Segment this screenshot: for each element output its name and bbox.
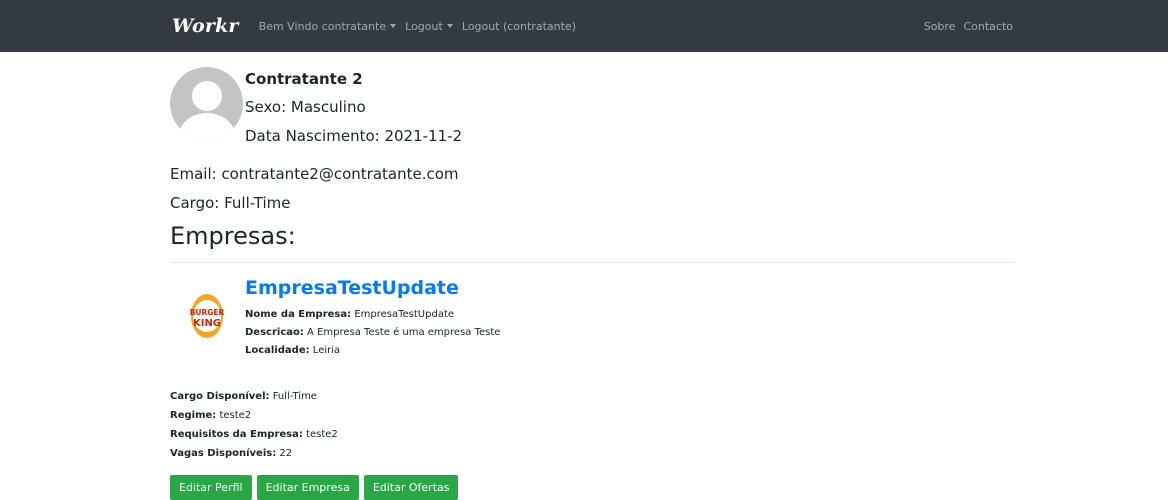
- empresa-descricao-value: A Empresa Teste é uma empresa Teste: [303, 327, 501, 338]
- empresa-regime: Regime: teste2: [170, 406, 1015, 425]
- empresa-nome-label: Nome da Empresa:: [245, 309, 352, 320]
- empresa-descricao-label: Descricao:: [245, 327, 304, 338]
- empresa-regime-value: teste2: [216, 410, 252, 421]
- editar-ofertas-button[interactable]: Editar Ofertas: [363, 475, 459, 500]
- empresa-cargo: Cargo Disponível: Full-Time: [170, 387, 1015, 406]
- action-buttons: Editar Perfil Editar Empresa Editar Ofer…: [170, 475, 1015, 500]
- empresa-vagas: Vagas Disponíveis: 22: [170, 444, 1015, 463]
- empresa-requisitos-value: teste2: [302, 429, 338, 440]
- empresa-cargo-label: Cargo Disponível:: [170, 391, 270, 402]
- empresa-requisitos-label: Requisitos da Empresa:: [170, 429, 303, 440]
- empresa-cargo-value: Full-Time: [269, 391, 317, 402]
- main-content: Contratante 2 Sexo: Masculino Data Nasci…: [170, 52, 1015, 500]
- avatar-head-shape: [192, 81, 222, 111]
- nav-welcome-dropdown[interactable]: Bem Vindo contratante: [258, 19, 397, 33]
- profile-email: Email: contratante2@contratante.com: [170, 165, 459, 183]
- nav-logout-label: Logout: [405, 19, 443, 33]
- empresa-regime-label: Regime:: [170, 410, 217, 421]
- avatar: [170, 67, 243, 140]
- top-navbar: Workr Bem Vindo contratante Logout Logou…: [0, 0, 1168, 52]
- empresa-descricao: Descricao: A Empresa Teste é uma empresa…: [245, 327, 500, 338]
- divider: [170, 262, 1015, 263]
- empresa-vagas-value: 22: [276, 448, 293, 459]
- empresa-title-link[interactable]: EmpresaTestUpdate: [245, 277, 459, 299]
- caret-down-icon: [390, 24, 397, 28]
- profile-sexo: Sexo: Masculino: [245, 98, 366, 116]
- empresa-vagas-label: Vagas Disponíveis:: [170, 448, 277, 459]
- navbar-inner: Workr Bem Vindo contratante Logout Logou…: [172, 0, 1013, 52]
- svg-text:BURGER: BURGER: [190, 308, 224, 317]
- profile-header: Contratante 2 Sexo: Masculino Data Nasci…: [170, 52, 1015, 160]
- brand-logo[interactable]: Workr: [172, 15, 239, 37]
- empresa-nome-value: EmpresaTestUpdate: [351, 309, 455, 320]
- nav-sobre-link[interactable]: Sobre: [924, 20, 956, 33]
- nav-logout-link[interactable]: Logout (contratante): [462, 20, 576, 33]
- nav-contacto-link[interactable]: Contacto: [963, 20, 1013, 33]
- svg-text:KING: KING: [193, 318, 221, 329]
- empresa-localidade: Localidade: Leiria: [245, 345, 340, 356]
- caret-down-icon: [446, 24, 453, 28]
- profile-cargo: Cargo: Full-Time: [170, 194, 291, 212]
- avatar-body-shape: [178, 113, 236, 140]
- empresa-requisitos: Requisitos da Empresa: teste2: [170, 425, 1015, 444]
- empresa-nome: Nome da Empresa: EmpresaTestUpdate: [245, 309, 454, 320]
- profile-birthdate: Data Nascimento: 2021-11-2: [245, 127, 463, 145]
- company-logo-icon: BURGER KING: [190, 294, 224, 338]
- section-title-empresas: Empresas:: [170, 222, 296, 250]
- editar-empresa-button[interactable]: Editar Empresa: [256, 475, 359, 500]
- empresa-card: BURGER KING EmpresaTestUpdate Nome da Em…: [170, 277, 1015, 387]
- nav-welcome-label: Bem Vindo contratante: [258, 19, 387, 33]
- editar-perfil-button[interactable]: Editar Perfil: [170, 475, 252, 500]
- nav-logout-dropdown[interactable]: Logout: [405, 20, 453, 33]
- empresa-localidade-label: Localidade:: [245, 345, 310, 356]
- empresa-localidade-value: Leiria: [309, 345, 341, 356]
- profile-name: Contratante 2: [245, 70, 363, 88]
- empresa-details: Cargo Disponível: Full-Time Regime: test…: [170, 387, 1015, 463]
- navbar-right: Sobre Contacto: [916, 20, 1013, 33]
